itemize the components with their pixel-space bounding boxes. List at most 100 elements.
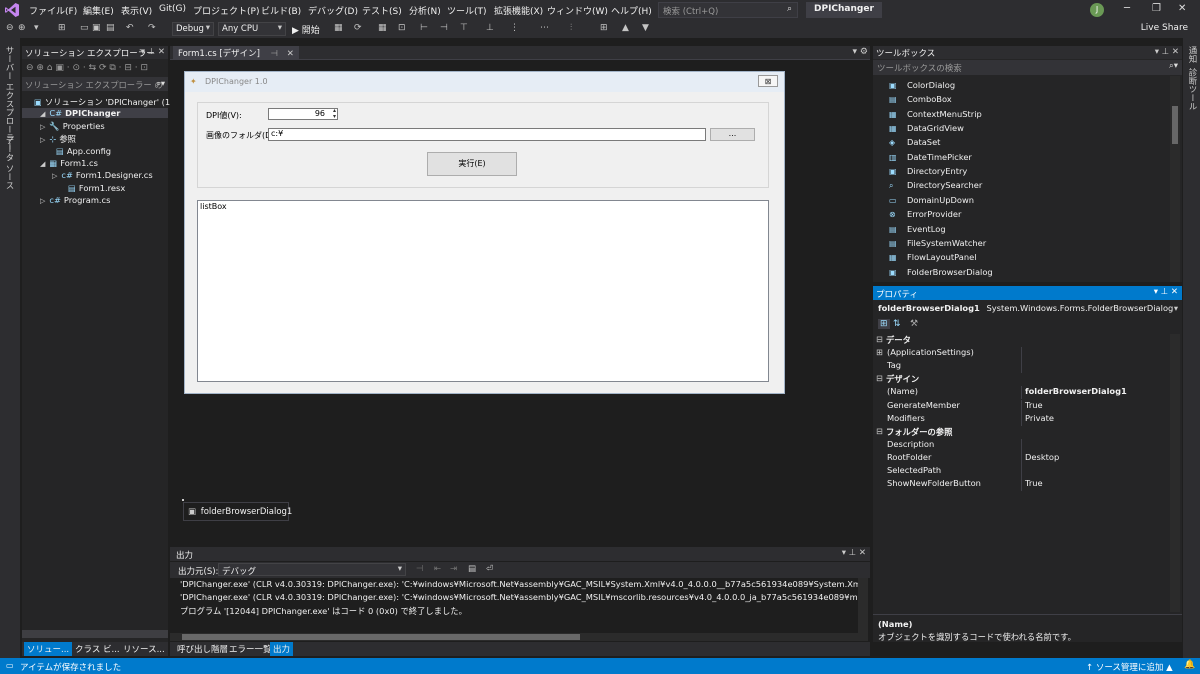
clear-all-icon[interactable]: ▤ bbox=[468, 564, 476, 574]
minimize-icon[interactable]: ─ bbox=[1124, 3, 1130, 14]
add-to-source-control-button[interactable]: ↑ ソース管理に追加 ▲ bbox=[1086, 661, 1173, 673]
column-divider[interactable] bbox=[1021, 412, 1022, 426]
notifications-bell-icon[interactable]: 🔔 bbox=[1184, 660, 1195, 670]
property-row[interactable]: SelectedPath bbox=[873, 465, 1169, 478]
toolbox-item[interactable]: ▭ DomainUpDown bbox=[889, 195, 974, 205]
expand-arrow-icon[interactable]: ◢ bbox=[40, 160, 45, 168]
hspacing-icon[interactable]: ⋯ bbox=[540, 23, 549, 33]
undo-icon[interactable]: ↶ bbox=[126, 23, 134, 33]
save-all-icon[interactable]: ▤ bbox=[106, 23, 115, 33]
size-icon[interactable]: ⊥ bbox=[486, 23, 494, 33]
categorized-icon[interactable]: ⊞ bbox=[878, 319, 890, 329]
grid-icon[interactable]: ▦ bbox=[378, 23, 387, 33]
tab-call-hierarchy[interactable]: 呼び出し階層 bbox=[174, 642, 231, 656]
align-right-icon[interactable]: ⊤ bbox=[460, 23, 468, 33]
column-divider[interactable] bbox=[1021, 438, 1022, 452]
align-center-icon[interactable]: ⊣ bbox=[440, 23, 448, 33]
tab-solution-explorer[interactable]: ソリュー... bbox=[24, 642, 73, 656]
menu-item[interactable]: テスト(S) bbox=[362, 4, 402, 17]
vspacing-icon[interactable]: ⫶ bbox=[570, 23, 572, 33]
maximize-icon[interactable]: ❐ bbox=[1152, 3, 1161, 14]
property-value[interactable]: folderBrowserDialog1 bbox=[1025, 386, 1127, 396]
close-tab-icon[interactable]: ✕ bbox=[287, 49, 294, 59]
tab-class-view[interactable]: クラス ビ... bbox=[72, 642, 123, 656]
column-divider[interactable] bbox=[1021, 360, 1022, 374]
align-left-icon[interactable]: ⊢ bbox=[420, 23, 428, 33]
live-share-button[interactable]: Live Share bbox=[1141, 23, 1188, 33]
tree-item[interactable]: ▷ ⊹ 参照 bbox=[22, 133, 168, 145]
property-row[interactable]: ⊞ (ApplicationSettings) bbox=[873, 347, 1169, 361]
pin-icon[interactable]: ▾ ⊥ ✕ bbox=[1154, 287, 1178, 297]
hot-reload-icon[interactable]: ⟳ bbox=[354, 23, 362, 33]
toolbox-item[interactable]: ▦ DataGridView bbox=[889, 123, 964, 133]
expand-toggle-icon[interactable]: ⊞ bbox=[876, 347, 883, 357]
toolbox-item[interactable]: ▦ ContextMenuStrip bbox=[889, 109, 982, 119]
property-row[interactable]: Tag bbox=[873, 360, 1169, 374]
tree-item[interactable]: ◢ C# DPIChanger bbox=[22, 108, 168, 119]
prev-message-icon[interactable]: ⇤ bbox=[434, 564, 441, 574]
send-back-icon[interactable]: ▼ bbox=[642, 23, 649, 33]
property-row[interactable]: ShowNewFolderButton True bbox=[873, 478, 1169, 492]
output-source-select[interactable]: デバッグ ▾ bbox=[218, 563, 406, 577]
spinner-arrows-icon[interactable]: ▴ ▾ bbox=[333, 108, 336, 120]
property-category[interactable]: ⊟ フォルダーの参照 bbox=[873, 426, 1169, 439]
properties-object-select[interactable]: folderBrowserDialog1 System.Windows.Form… bbox=[873, 301, 1182, 315]
tree-item[interactable]: ▷ c# Form1.Designer.cs bbox=[22, 170, 168, 180]
global-search-input[interactable]: 検索 (Ctrl+Q) ⌕ bbox=[658, 2, 798, 18]
tree-item[interactable]: ▷ c# Program.cs bbox=[22, 195, 168, 205]
toolbox-item[interactable]: ▣ DirectoryEntry bbox=[889, 166, 967, 176]
menu-item[interactable]: 編集(E) bbox=[83, 4, 114, 17]
browser-icon[interactable]: ▦ bbox=[334, 23, 343, 33]
platform-select[interactable]: Any CPU bbox=[218, 22, 286, 36]
property-row[interactable]: Description bbox=[873, 438, 1169, 452]
spacing-icon[interactable]: ⋮ bbox=[510, 23, 519, 33]
scroll-thumb[interactable] bbox=[182, 634, 580, 640]
property-row[interactable]: GenerateMember True bbox=[873, 399, 1169, 413]
toolbox-item[interactable]: ⌕ DirectorySearcher bbox=[889, 180, 982, 191]
form-close-button[interactable]: ⊠ bbox=[758, 75, 778, 87]
toolbox-scrollbar[interactable] bbox=[1170, 76, 1180, 282]
tab-output[interactable]: 出力 bbox=[270, 642, 294, 656]
menu-item[interactable]: ファイル(F) bbox=[29, 4, 77, 17]
output-text[interactable]: 'DPIChanger.exe' (CLR v4.0.30319: DPICha… bbox=[170, 578, 858, 632]
tree-item[interactable]: ▤ App.config bbox=[22, 146, 168, 156]
close-window-icon[interactable]: ✕ bbox=[1178, 3, 1186, 14]
expand-arrow-icon[interactable]: ◢ bbox=[40, 110, 45, 118]
next-message-icon[interactable]: ⇥ bbox=[450, 564, 457, 574]
expand-toggle-icon[interactable]: ⊟ bbox=[876, 426, 883, 436]
column-divider[interactable] bbox=[1021, 399, 1022, 413]
expand-toggle-icon[interactable]: ⊟ bbox=[876, 334, 883, 344]
visual-studio-logo-icon[interactable] bbox=[4, 2, 20, 18]
folder-textbox[interactable]: c:¥ bbox=[268, 128, 706, 141]
forward-icon[interactable]: ⊕ bbox=[18, 23, 26, 33]
expand-arrow-icon[interactable]: ▷ bbox=[52, 172, 57, 180]
tree-item[interactable]: ▤ Form1.resx bbox=[22, 183, 168, 193]
server-explorer-tab[interactable]: サーバー エクスプローラー bbox=[3, 46, 15, 151]
properties-scrollbar[interactable] bbox=[1170, 334, 1180, 612]
menu-item[interactable]: 表示(V) bbox=[121, 4, 152, 17]
property-value[interactable]: Desktop bbox=[1025, 452, 1059, 462]
toolbox-item[interactable]: ▦ FlowLayoutPanel bbox=[889, 252, 977, 262]
toolbox-item[interactable]: ▤ EventLog bbox=[889, 224, 946, 234]
document-settings-icon[interactable]: ▾ ⚙ bbox=[853, 47, 868, 57]
run-button[interactable]: 実行(E) bbox=[427, 152, 517, 176]
tab-error-list[interactable]: エラー一覧 bbox=[226, 642, 275, 656]
property-row[interactable]: (Name) folderBrowserDialog1 bbox=[873, 386, 1169, 400]
menu-item[interactable]: 拡張機能(X) bbox=[494, 4, 543, 17]
output-horizontal-scrollbar[interactable] bbox=[170, 633, 858, 641]
redo-icon[interactable]: ↷ bbox=[148, 23, 156, 33]
notifications-tab[interactable]: 通知 bbox=[1186, 46, 1198, 63]
property-category[interactable]: ⊟ デザイン bbox=[873, 373, 1169, 386]
property-value[interactable]: True bbox=[1025, 400, 1043, 410]
menu-item[interactable]: プロジェクト(P) bbox=[193, 4, 259, 17]
account-avatar[interactable]: J bbox=[1090, 3, 1104, 17]
center-icon[interactable]: ⊞ bbox=[600, 23, 608, 33]
toolbox-search-input[interactable]: ツールボックスの検索 ⌕▾ bbox=[873, 60, 1182, 75]
horizontal-scrollbar[interactable] bbox=[22, 630, 168, 638]
winform-form1[interactable]: ✦ DPIChanger 1.0 ⊠ DPI値(V): 96 ▴ ▾ 画像のフォル… bbox=[184, 71, 785, 394]
align-icon[interactable]: ⊡ bbox=[398, 23, 406, 33]
menu-item[interactable]: ヘルプ(H) bbox=[611, 4, 652, 17]
pin-tab-icon[interactable]: ⊣ bbox=[271, 49, 278, 59]
column-divider[interactable] bbox=[1021, 465, 1022, 478]
menu-item[interactable]: ツール(T) bbox=[447, 4, 487, 17]
